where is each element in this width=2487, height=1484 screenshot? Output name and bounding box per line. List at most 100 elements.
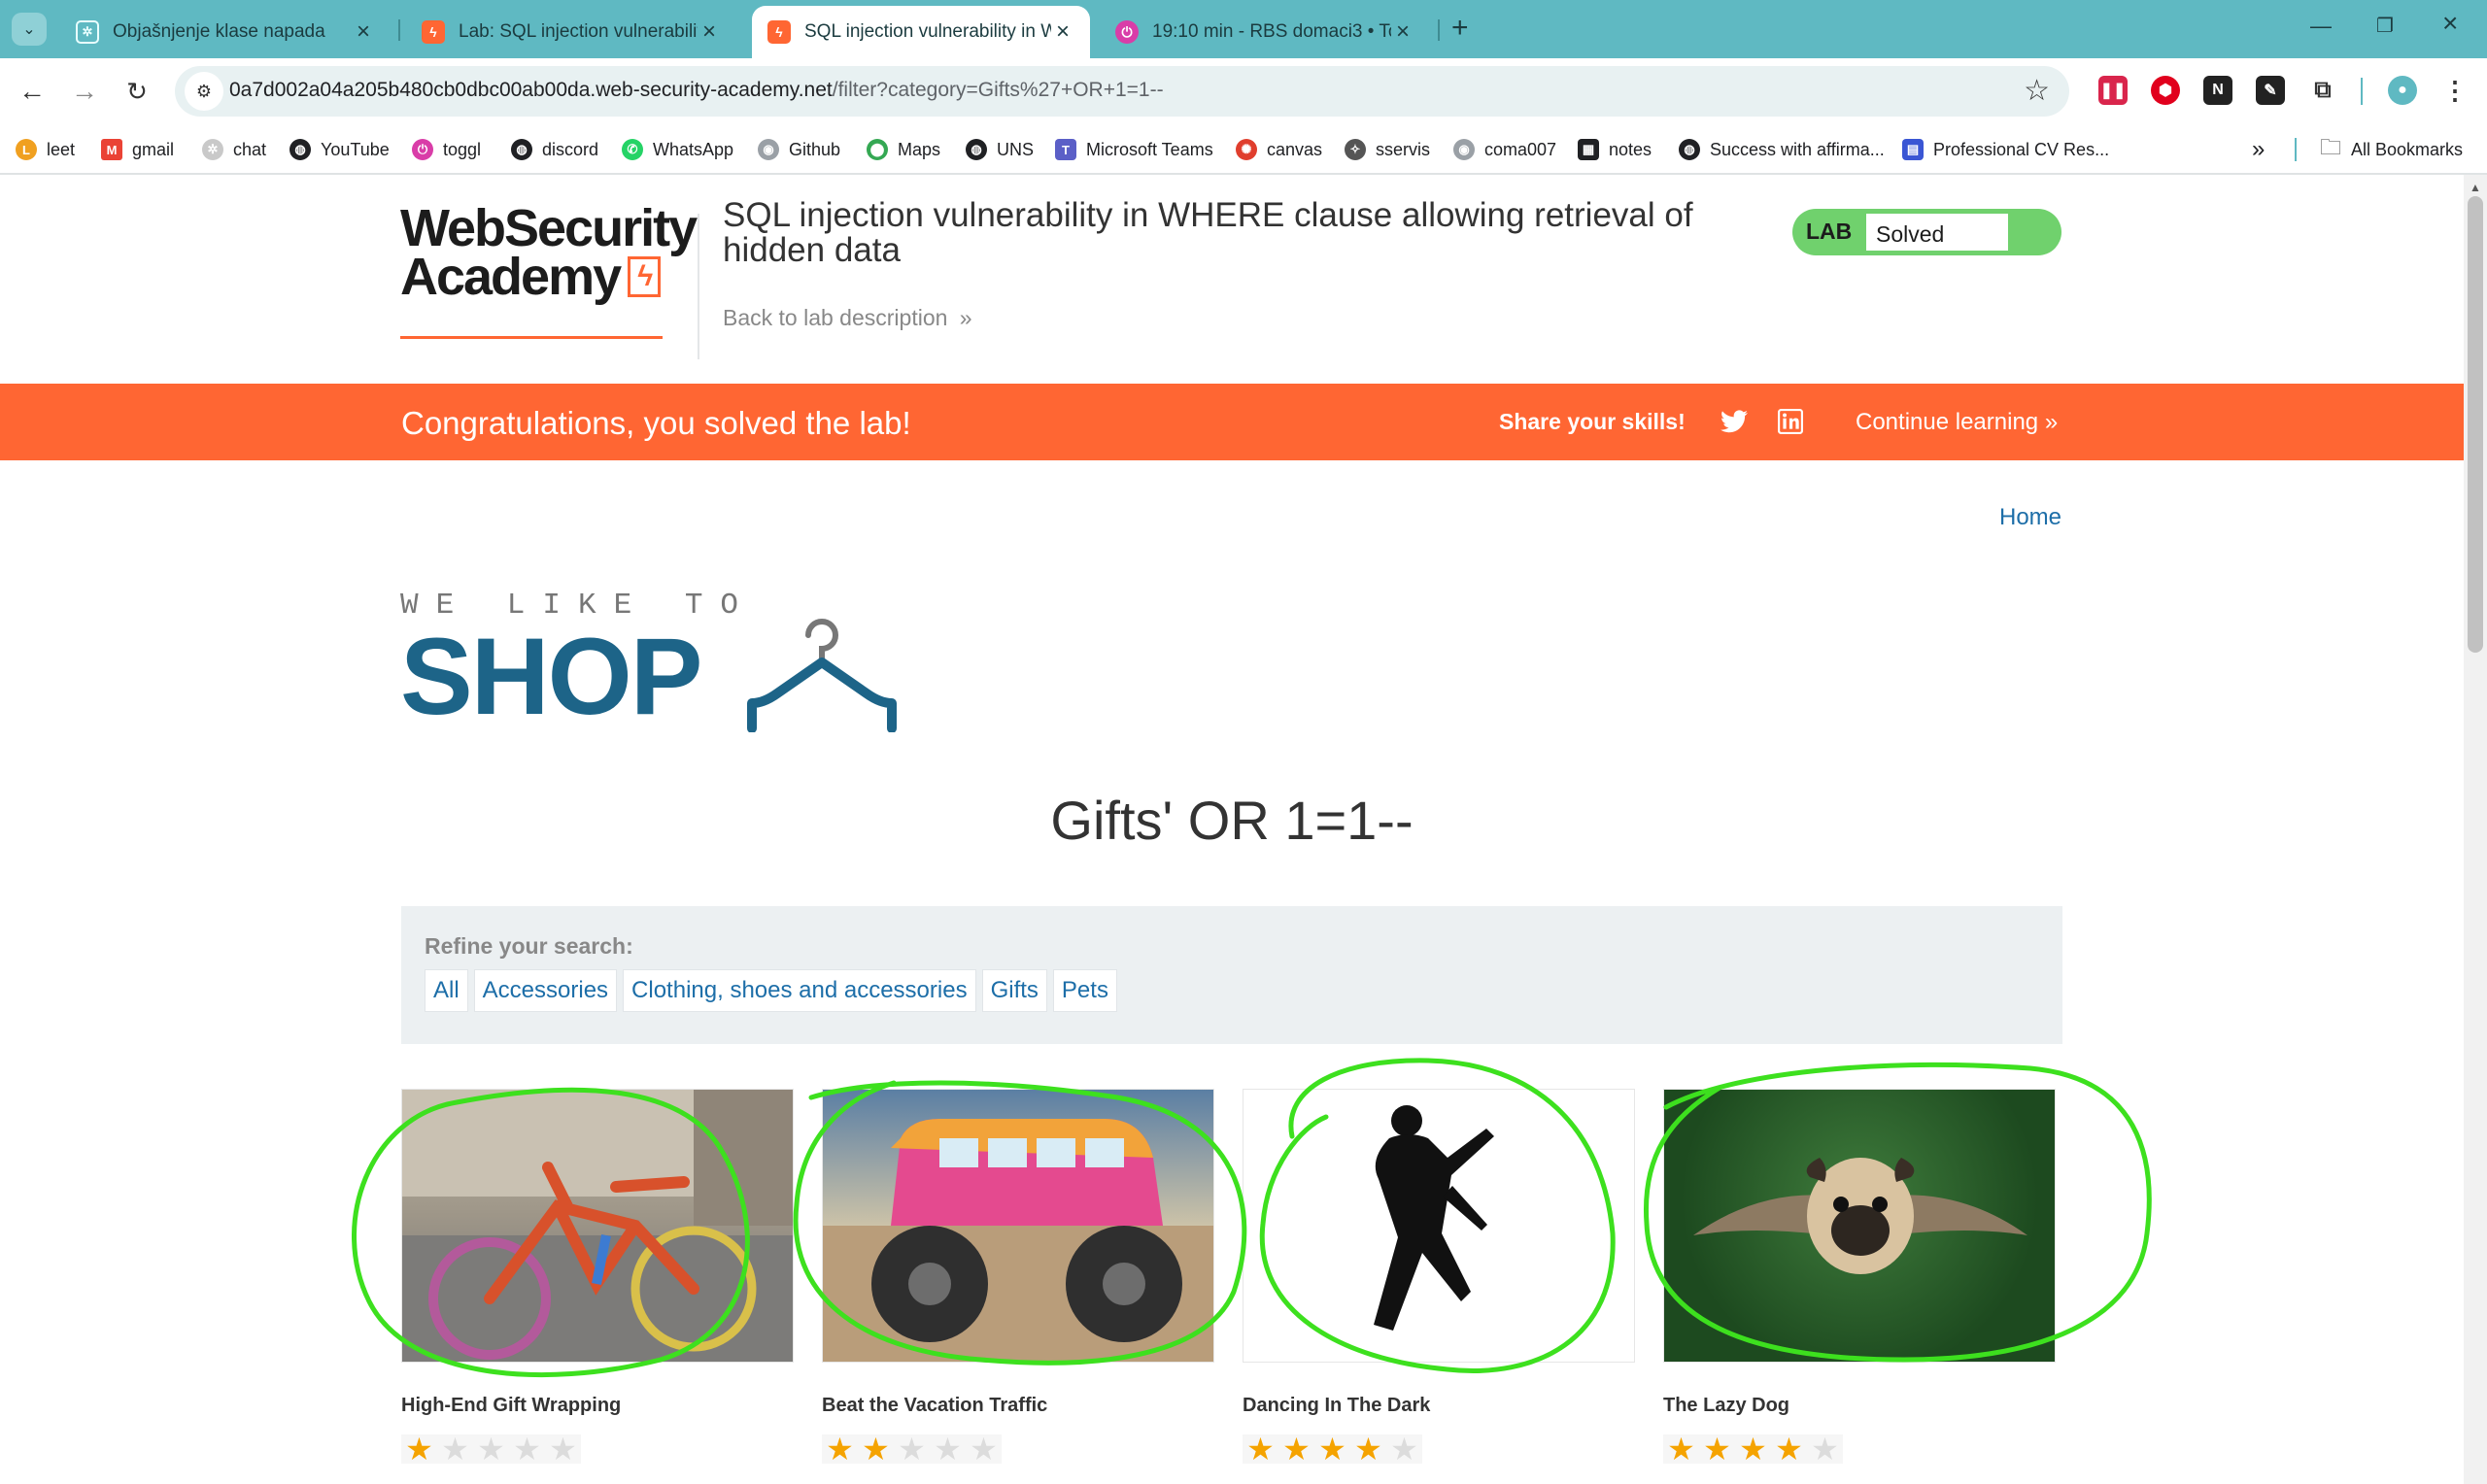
notion-icon[interactable]: N [2203, 76, 2232, 105]
bookmark-maps[interactable]: ⬤ Maps [867, 136, 940, 163]
logo-line1: WebSecurity [400, 199, 698, 257]
star-empty-icon: ★ [509, 1433, 545, 1465]
bookmark-toggl[interactable]: ⏻ toggl [412, 136, 481, 163]
scroll-thumb[interactable] [2468, 196, 2483, 653]
filter-all[interactable]: All [425, 969, 468, 1012]
forward-icon[interactable]: → [68, 75, 101, 108]
tab-search-button[interactable]: ⌄ [12, 13, 47, 46]
product-image-vacation-traffic[interactable] [822, 1089, 1214, 1363]
refine-search-panel: Refine your search: All Accessories Clot… [401, 906, 2062, 1044]
globe-icon: ◍ [290, 139, 311, 160]
canvas-icon: ✺ [1236, 139, 1257, 160]
product-rating: ★ ★ ★ ★ ★ [1663, 1433, 1843, 1465]
bookmark-notes[interactable]: ▦ notes [1578, 136, 1652, 163]
close-icon[interactable]: × [352, 18, 375, 46]
star-filled-icon: ★ [822, 1433, 858, 1465]
bookmark-youtube[interactable]: ◍ YouTube [290, 136, 390, 163]
product-rating: ★ ★ ★ ★ ★ [1243, 1433, 1422, 1465]
share-skills-label: Share your skills! [1499, 409, 1686, 434]
bookmark-success[interactable]: ◍ Success with affirma... [1679, 136, 1885, 163]
star-filled-icon: ★ [1314, 1433, 1350, 1465]
bookmark-gmail[interactable]: Mgmail [101, 136, 174, 163]
close-icon[interactable]: × [1391, 18, 1414, 46]
tab-title: Lab: SQL injection vulnerability [459, 21, 698, 42]
hanger-icon [747, 619, 897, 732]
star-empty-icon: ★ [437, 1433, 473, 1465]
reload-icon[interactable]: ↻ [120, 75, 153, 108]
tab-lab-sql[interactable]: ϟ Lab: SQL injection vulnerability × [406, 6, 736, 58]
bookmark-leet[interactable]: Lleet [16, 136, 75, 163]
linkedin-icon[interactable] [1776, 407, 1805, 436]
bookmark-chat[interactable]: ✲ chat [202, 136, 266, 163]
bookmark-github[interactable]: ◉ Github [758, 136, 840, 163]
close-window-icon[interactable]: × [2442, 8, 2458, 39]
star-empty-icon: ★ [1386, 1433, 1422, 1465]
product-image-lazy-dog[interactable] [1663, 1089, 2056, 1363]
ublock-icon[interactable]: ⬢ [2151, 76, 2180, 105]
all-bookmarks-button[interactable]: 🗀 All Bookmarks [2320, 135, 2464, 163]
address-bar[interactable]: ⚙ 0a7d002a04a205b480cb0dbc00ab00da.web-s… [175, 66, 2069, 117]
continue-learning-link[interactable]: Continue learning » [1856, 409, 2058, 436]
globe-icon: ◍ [966, 139, 987, 160]
product-card[interactable]: The Lazy Dog ★ ★ ★ ★ ★ [1663, 1089, 2056, 1465]
new-tab-button[interactable]: + [1451, 12, 1469, 45]
close-icon[interactable]: × [698, 18, 721, 46]
tab-separator [398, 19, 400, 41]
bookmark-label: UNS [997, 139, 1035, 159]
filter-pets[interactable]: Pets [1052, 969, 1117, 1012]
close-icon[interactable]: × [1051, 18, 1074, 46]
bookmarks-bar: Lleet Mgmail ✲ chat ◍ YouTube ⏻ toggl ◍ disc… [0, 124, 2487, 175]
star-empty-icon: ★ [930, 1433, 966, 1465]
bookmark-coma007[interactable]: ◉ coma007 [1453, 136, 1556, 163]
send-extension-icon[interactable]: ✎ [2256, 76, 2285, 105]
bookmark-sservis[interactable]: ✧ sservis [1345, 136, 1430, 163]
scroll-up-icon[interactable]: ▲ [2470, 181, 2481, 194]
home-link[interactable]: Home [1999, 504, 2061, 531]
bookmarks-overflow-button[interactable]: » [2252, 136, 2265, 163]
lab-status-box: Solved [1864, 212, 2010, 253]
bookmarks-separator [2295, 138, 2297, 161]
site-info-icon[interactable]: ⚙ [185, 72, 223, 111]
product-name: High-End Gift Wrapping [401, 1395, 622, 1416]
back-icon[interactable]: ← [16, 75, 49, 108]
url-text[interactable]: 0a7d002a04a205b480cb0dbc00ab00da.web-sec… [229, 79, 1164, 102]
back-to-lab-description-link[interactable]: Back to lab description » [723, 305, 972, 331]
bookmark-label: All Bookmarks [2351, 139, 2464, 159]
web-security-academy-logo[interactable]: WebSecurity Academy ϟ [400, 199, 698, 339]
bookmark-star-icon[interactable]: ☆ [2024, 74, 2050, 108]
bookmark-discord[interactable]: ◍ discord [511, 136, 598, 163]
filter-clothing[interactable]: Clothing, shoes and accessories [623, 969, 976, 1012]
bookmark-teams[interactable]: T Microsoft Teams [1055, 136, 1213, 163]
restore-icon[interactable]: ❐ [2376, 14, 2394, 38]
menu-kebab-icon[interactable]: ⋮ [2440, 76, 2470, 105]
teams-icon: T [1055, 139, 1076, 160]
pause-extension-icon[interactable]: ❚❚ [2098, 76, 2128, 105]
filter-accessories[interactable]: Accessories [473, 969, 618, 1012]
filter-gifts[interactable]: Gifts [981, 969, 1047, 1012]
profile-avatar[interactable]: ● [2388, 76, 2417, 105]
minimize-icon[interactable]: — [2310, 14, 2332, 39]
lab-title: SQL injection vulnerability in WHERE cla… [723, 196, 1693, 269]
tab-sql-injection-active[interactable]: ϟ SQL injection vulnerability in W × [752, 6, 1090, 58]
product-card[interactable]: Dancing In The Dark ★ ★ ★ ★ ★ [1243, 1089, 1635, 1465]
lightning-logo-icon: ϟ [628, 256, 662, 297]
bookmark-cv[interactable]: ▤ Professional CV Res... [1902, 136, 2109, 163]
product-card[interactable]: High-End Gift Wrapping ★ ★ ★ ★ ★ [401, 1089, 794, 1465]
page-scrollbar[interactable]: ▲ [2464, 175, 2487, 1484]
whatsapp-icon: ✆ [622, 139, 643, 160]
product-card[interactable]: Beat the Vacation Traffic ★ ★ ★ ★ ★ [822, 1089, 1214, 1465]
extensions-puzzle-icon[interactable]: ⧉ [2308, 76, 2337, 105]
star-filled-icon: ★ [1243, 1433, 1278, 1465]
product-image-gift-wrapping[interactable] [401, 1089, 794, 1363]
twitter-icon[interactable] [1720, 407, 1749, 436]
bookmark-label: Github [789, 139, 841, 159]
tab-toggl[interactable]: ⏻ 19:10 min - RBS domaci3 • Toggl × [1100, 6, 1430, 58]
tab-separator [1438, 19, 1440, 41]
bookmark-uns[interactable]: ◍ UNS [966, 136, 1034, 163]
product-image-dancing-in-the-dark[interactable] [1243, 1089, 1635, 1363]
bookmark-whatsapp[interactable]: ✆ WhatsApp [622, 136, 733, 163]
bookmark-canvas[interactable]: ✺ canvas [1236, 136, 1322, 163]
tab-objasnjenje[interactable]: ✲ Objašnjenje klase napada × [60, 6, 391, 58]
toggl-icon: ⏻ [1115, 20, 1139, 44]
we-like-to-shop-logo[interactable]: WE LIKE TO SHOP [400, 589, 925, 734]
